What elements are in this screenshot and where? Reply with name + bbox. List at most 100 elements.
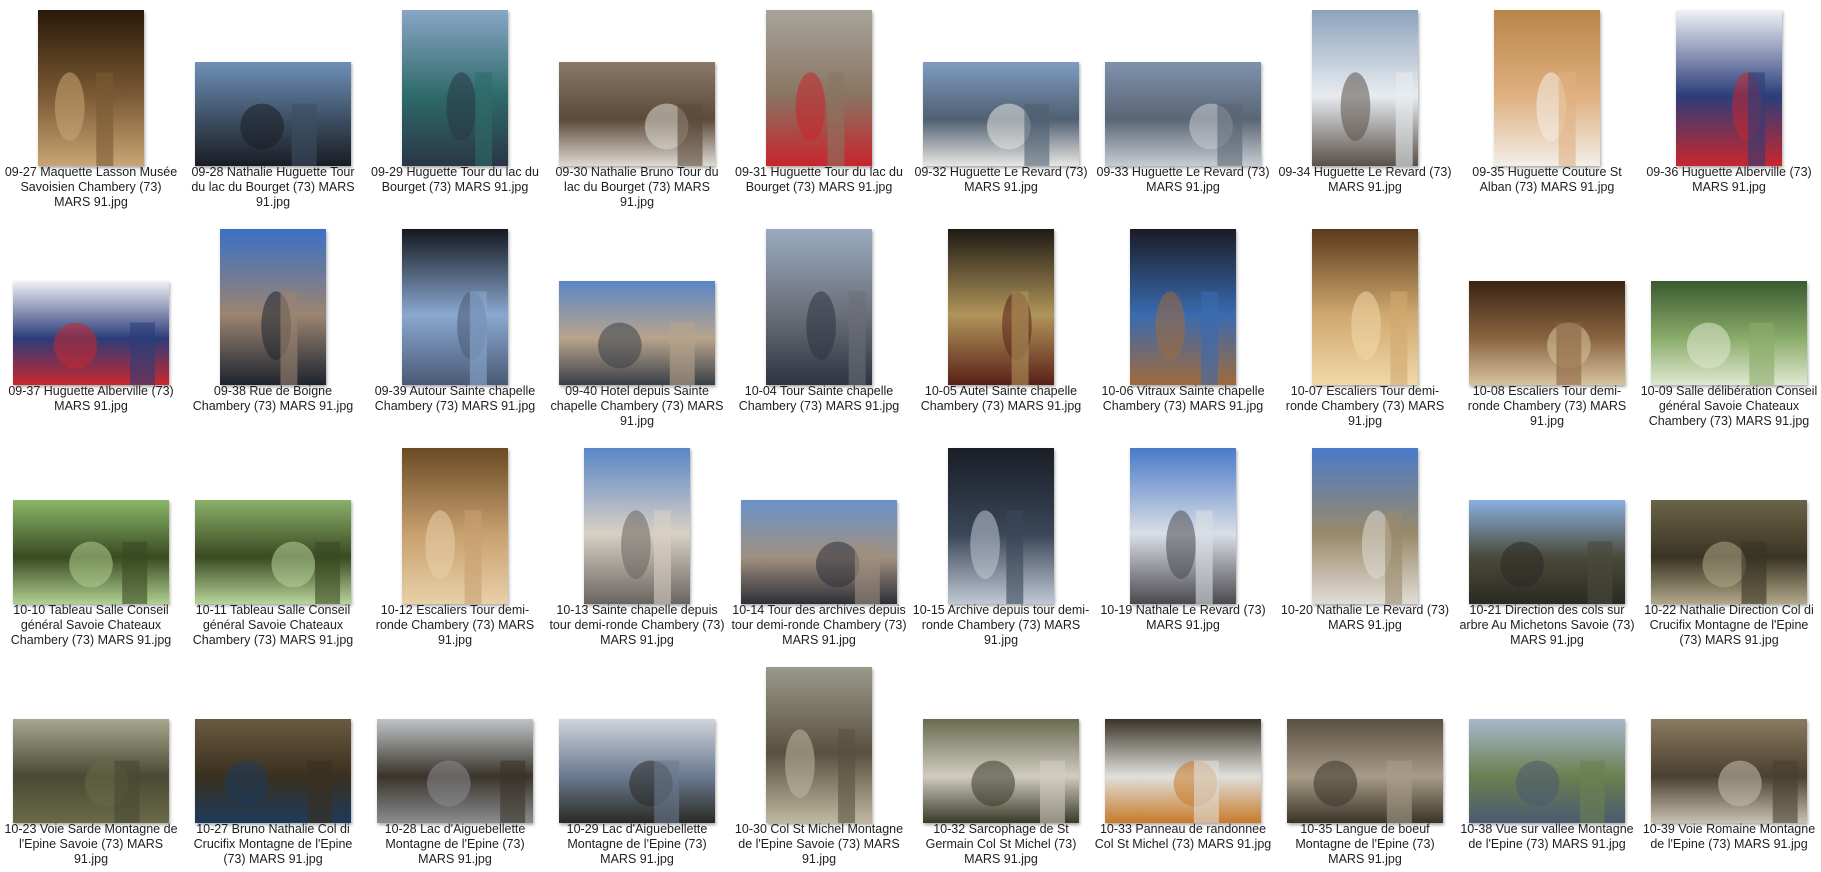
image-thumbnail[interactable] (1130, 448, 1236, 604)
file-item[interactable]: 10-21 Direction des cols sur arbre Au Mi… (1456, 438, 1638, 657)
image-thumbnail[interactable] (584, 448, 690, 604)
file-name-label: 10-35 Langue de boeuf Montagne de l'Epin… (1295, 822, 1435, 866)
file-item[interactable]: 10-05 Autel Sainte chapelle Chambery (73… (910, 219, 1092, 438)
file-item[interactable]: 10-07 Escaliers Tour demi-ronde Chambery… (1274, 219, 1456, 438)
thumbnail-frame (0, 227, 182, 385)
photo-preview-icon (13, 500, 169, 604)
image-thumbnail[interactable] (948, 229, 1054, 385)
file-name-label: 09-35 Huguette Couture St Alban (73) MAR… (1472, 165, 1622, 194)
file-item[interactable]: 10-10 Tableau Salle Conseil général Savo… (0, 438, 182, 657)
file-item[interactable]: 10-38 Vue sur vallee Montagne de l'Epine… (1456, 657, 1638, 872)
file-name-label: 10-23 Voie Sarde Montagne de l'Epine Sav… (4, 822, 178, 866)
image-thumbnail[interactable] (402, 448, 508, 604)
image-thumbnail[interactable] (1469, 719, 1625, 823)
image-thumbnail[interactable] (948, 448, 1054, 604)
file-item[interactable]: 09-28 Nathalie Huguette Tour du lac du B… (182, 0, 364, 219)
file-item[interactable]: 10-35 Langue de boeuf Montagne de l'Epin… (1274, 657, 1456, 872)
file-item[interactable]: 10-04 Tour Sainte chapelle Chambery (73)… (728, 219, 910, 438)
file-item[interactable]: 10-14 Tour des archives depuis tour demi… (728, 438, 910, 657)
file-item[interactable]: 10-32 Sarcophage de St Germain Col St Mi… (910, 657, 1092, 872)
image-thumbnail[interactable] (13, 281, 169, 385)
image-thumbnail[interactable] (402, 10, 508, 166)
file-item[interactable]: 10-15 Archive depuis tour demi-ronde Cha… (910, 438, 1092, 657)
image-thumbnail[interactable] (559, 719, 715, 823)
file-item[interactable]: 10-08 Escaliers Tour demi-ronde Chambery… (1456, 219, 1638, 438)
image-thumbnail[interactable] (1469, 281, 1625, 385)
file-item[interactable]: 10-28 Lac d'Aiguebellette Montagne de l'… (364, 657, 546, 872)
image-thumbnail[interactable] (1494, 10, 1600, 166)
image-thumbnail[interactable] (923, 719, 1079, 823)
photo-preview-icon (1130, 448, 1236, 604)
file-item[interactable]: 09-35 Huguette Couture St Alban (73) MAR… (1456, 0, 1638, 219)
image-thumbnail[interactable] (38, 10, 144, 166)
image-thumbnail[interactable] (1130, 229, 1236, 385)
file-item[interactable]: 10-33 Panneau de randonnee Col St Michel… (1092, 657, 1274, 872)
photo-preview-icon (948, 448, 1054, 604)
file-name-label: 10-28 Lac d'Aiguebellette Montagne de l'… (384, 822, 526, 866)
file-name-label: 09-32 Huguette Le Revard (73) MARS 91.jp… (914, 165, 1088, 194)
file-item[interactable]: 10-11 Tableau Salle Conseil général Savo… (182, 438, 364, 657)
thumbnail-frame (1456, 227, 1638, 385)
file-item[interactable]: 10-13 Sainte chapelle depuis tour demi-r… (546, 438, 728, 657)
file-item[interactable]: 09-31 Huguette Tour du lac du Bourget (7… (728, 0, 910, 219)
image-thumbnail[interactable] (1312, 10, 1418, 166)
file-item[interactable]: 10-30 Col St Michel Montagne de l'Epine … (728, 657, 910, 872)
file-item[interactable]: 09-39 Autour Sainte chapelle Chambery (7… (364, 219, 546, 438)
image-thumbnail[interactable] (1676, 10, 1782, 166)
file-item[interactable]: 10-22 Nathalie Direction Col di Crucifix… (1638, 438, 1820, 657)
file-item[interactable]: 09-36 Huguette Alberville (73) MARS 91.j… (1638, 0, 1820, 219)
photo-preview-icon (1651, 281, 1807, 385)
image-thumbnail[interactable] (1651, 281, 1807, 385)
image-thumbnail[interactable] (1651, 500, 1807, 604)
file-item[interactable]: 09-30 Nathalie Bruno Tour du lac du Bour… (546, 0, 728, 219)
file-item[interactable]: 09-29 Huguette Tour du lac du Bourget (7… (364, 0, 546, 219)
file-item[interactable]: 10-19 Nathale Le Revard (73) MARS 91.jpg (1092, 438, 1274, 657)
file-item[interactable]: 10-39 Voie Romaine Montagne de l'Epine (… (1638, 657, 1820, 872)
photo-preview-icon (559, 62, 715, 166)
file-item[interactable]: 09-38 Rue de Boigne Chambery (73) MARS 9… (182, 219, 364, 438)
image-thumbnail[interactable] (220, 229, 326, 385)
image-thumbnail[interactable] (923, 62, 1079, 166)
image-thumbnail[interactable] (13, 500, 169, 604)
file-item[interactable]: 10-09 Salle délibération Conseil général… (1638, 219, 1820, 438)
image-thumbnail[interactable] (766, 667, 872, 823)
file-item[interactable]: 09-34 Huguette Le Revard (73) MARS 91.jp… (1274, 0, 1456, 219)
thumbnail-frame (1638, 227, 1820, 385)
image-thumbnail[interactable] (195, 500, 351, 604)
image-thumbnail[interactable] (1312, 448, 1418, 604)
image-thumbnail[interactable] (1105, 719, 1261, 823)
image-thumbnail[interactable] (195, 719, 351, 823)
file-item[interactable]: 09-37 Huguette Alberville (73) MARS 91.j… (0, 219, 182, 438)
image-thumbnail[interactable] (13, 719, 169, 823)
image-thumbnail[interactable] (559, 62, 715, 166)
file-item[interactable]: 09-27 Maquette Lasson Musée Savoisien Ch… (0, 0, 182, 219)
image-thumbnail[interactable] (1312, 229, 1418, 385)
image-thumbnail[interactable] (766, 10, 872, 166)
file-item[interactable]: 10-27 Bruno Nathalie Col di Crucifix Mon… (182, 657, 364, 872)
thumbnail-frame (910, 446, 1092, 604)
file-name-label: 10-39 Voie Romaine Montagne de l'Epine (… (1642, 822, 1816, 851)
image-thumbnail[interactable] (559, 281, 715, 385)
file-item[interactable]: 09-32 Huguette Le Revard (73) MARS 91.jp… (910, 0, 1092, 219)
image-thumbnail[interactable] (195, 62, 351, 166)
file-name-label: 10-11 Tableau Salle Conseil général Savo… (192, 603, 354, 647)
image-thumbnail[interactable] (402, 229, 508, 385)
file-item[interactable]: 10-23 Voie Sarde Montagne de l'Epine Sav… (0, 657, 182, 872)
file-thumbnail-grid: 09-27 Maquette Lasson Musée Savoisien Ch… (0, 0, 1821, 872)
file-item[interactable]: 09-33 Huguette Le Revard (73) MARS 91.jp… (1092, 0, 1274, 219)
file-name-label: 09-39 Autour Sainte chapelle Chambery (7… (374, 384, 536, 413)
thumbnail-frame (546, 665, 728, 823)
image-thumbnail[interactable] (1287, 719, 1443, 823)
image-thumbnail[interactable] (1651, 719, 1807, 823)
file-item[interactable]: 10-12 Escaliers Tour demi-ronde Chambery… (364, 438, 546, 657)
image-thumbnail[interactable] (377, 719, 533, 823)
image-thumbnail[interactable] (1105, 62, 1261, 166)
file-item[interactable]: 10-20 Nathalie Le Revard (73) MARS 91.jp… (1274, 438, 1456, 657)
image-thumbnail[interactable] (1469, 500, 1625, 604)
file-item[interactable]: 09-40 Hotel depuis Sainte chapelle Chamb… (546, 219, 728, 438)
file-item[interactable]: 10-06 Vitraux Sainte chapelle Chambery (… (1092, 219, 1274, 438)
image-thumbnail[interactable] (741, 500, 897, 604)
file-item[interactable]: 10-29 Lac d'Aiguebellette Montagne de l'… (546, 657, 728, 872)
image-thumbnail[interactable] (766, 229, 872, 385)
photo-preview-icon (1105, 62, 1261, 166)
